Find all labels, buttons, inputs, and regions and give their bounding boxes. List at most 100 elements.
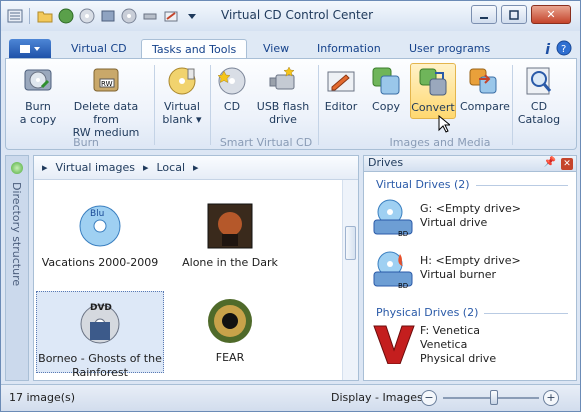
window-title: Virtual CD Control Center [221, 8, 374, 22]
minimize-button[interactable] [471, 5, 497, 24]
directory-structure-sidebar[interactable]: Directory structure [5, 155, 29, 381]
disc-eject-icon[interactable] [77, 7, 96, 26]
app-window: Virtual CD Control Center ✕ Virtual CD T… [0, 0, 581, 412]
status-bar: 17 image(s) Display - Images − + [1, 384, 580, 411]
delete-rw-data-button[interactable]: RW Delete data from RW medium [60, 65, 152, 139]
drive-type: Virtual burner [420, 268, 496, 281]
svg-text:Blu: Blu [90, 209, 104, 219]
svg-text:BD: BD [398, 230, 408, 238]
application-menu-button[interactable] [9, 39, 51, 59]
dvd-disc-icon: DVD [80, 303, 120, 344]
breadcrumb-root-arrow-icon[interactable]: ▸ [42, 161, 48, 174]
usb-flash-drive-button[interactable]: USB flash drive [254, 65, 312, 126]
virtual-blank-button[interactable]: Virtual blank ▾ [158, 65, 206, 126]
eye-icon [208, 299, 252, 343]
quick-access-toolbar [1, 7, 201, 26]
usb-label: USB flash drive [256, 100, 310, 126]
game-cover-icon [207, 203, 253, 249]
compare-label: Compare [460, 100, 510, 113]
tab-tasks-and-tools[interactable]: Tasks and Tools [141, 39, 248, 60]
system-menu-icon[interactable] [5, 7, 24, 26]
cd-catalog-button[interactable]: CD Catalog [516, 65, 562, 126]
virtual-drive-h[interactable]: BD H: <Empty drive> Virtual burner [372, 248, 568, 292]
title-bar: Virtual CD Control Center ✕ [1, 1, 580, 31]
close-button[interactable]: ✕ [531, 5, 571, 24]
image-item-borneo[interactable]: DVD Borneo - Ghosts of the Rainforest [36, 291, 164, 379]
breadcrumb-separator-icon[interactable]: ▸ [143, 161, 149, 174]
smart-cd-button[interactable]: CD [216, 65, 248, 113]
editor-button[interactable]: Editor [322, 65, 360, 113]
tab-information[interactable]: Information [307, 39, 391, 59]
image-browser-pane: ▸ Virtual images ▸ Local ▸ Blu Vacations… [33, 155, 359, 381]
blank-disc-icon [168, 67, 196, 95]
zoom-slider-thumb[interactable] [490, 390, 498, 405]
drives-close-icon[interactable]: ✕ [561, 158, 573, 170]
open-folder-icon[interactable] [35, 7, 54, 26]
ribbon-tab-row: Virtual CD Tasks and Tools View Informat… [1, 31, 580, 60]
edit-icon[interactable] [161, 7, 180, 26]
physical-drives-header: Physical Drives (2) [376, 306, 479, 319]
image-count: 17 image(s) [9, 391, 76, 404]
customize-qat-icon[interactable] [182, 7, 201, 26]
copy-icon [372, 67, 400, 95]
display-mode: Display - Images [331, 391, 423, 404]
breadcrumb-more-icon[interactable]: ▸ [193, 161, 199, 174]
svg-text:?: ? [561, 44, 566, 55]
image-item-name: Vacations 2000-2009 [41, 256, 159, 269]
help-icon[interactable]: ? [556, 40, 572, 59]
breadcrumb-local[interactable]: Local [157, 161, 186, 174]
bd-burner-icon: BD [373, 251, 413, 290]
bd-drive-icon: BD [373, 199, 413, 238]
pin-icon[interactable]: 📌 [544, 157, 556, 168]
scrollbar-thumb[interactable] [345, 226, 356, 260]
tab-user-programs[interactable]: User programs [399, 39, 500, 59]
virtual-blank-label: Virtual blank ▾ [162, 100, 202, 126]
burn-group-label: Burn [73, 136, 99, 149]
maximize-button[interactable] [501, 5, 527, 24]
drive-icon[interactable] [98, 7, 117, 26]
cd-star-icon [217, 67, 246, 95]
image-item-name: Borneo - Ghosts of the Rainforest [38, 352, 162, 379]
cd-catalog-label: CD Catalog [517, 100, 561, 126]
svg-text:BD: BD [398, 282, 408, 290]
expand-dot-icon[interactable] [11, 162, 23, 174]
directory-structure-label: Directory structure [10, 182, 23, 287]
compare-button[interactable]: Compare [460, 65, 510, 113]
disc-icon[interactable] [119, 7, 138, 26]
drive-type: Physical drive [420, 352, 497, 365]
zoom-in-button[interactable]: + [543, 390, 559, 406]
smart-virtual-cd-group-label: Smart Virtual CD [219, 136, 313, 149]
physical-drive-f[interactable]: F: Venetica Venetica Physical drive [372, 322, 568, 378]
copy-button[interactable]: Copy [368, 65, 404, 113]
globe-icon[interactable] [56, 7, 75, 26]
venetica-v-icon [373, 325, 415, 364]
compare-icon [469, 68, 497, 94]
drive-label: G: <Empty drive> [420, 202, 521, 215]
image-item-alone-in-the-dark[interactable]: Alone in the Dark [170, 202, 290, 272]
zoom-out-button[interactable]: − [421, 390, 437, 406]
ribbon-panel: Burn a copy RW Delete data from RW mediu… [5, 58, 577, 150]
image-pane-scrollbar[interactable] [342, 180, 358, 380]
editor-label: Editor [324, 100, 358, 113]
info-icon[interactable]: i [545, 42, 550, 58]
tab-view[interactable]: View [253, 39, 299, 59]
tab-virtual-cd[interactable]: Virtual CD [61, 39, 137, 59]
editor-icon [327, 71, 355, 92]
usb-icon[interactable] [140, 7, 159, 26]
breadcrumb-virtual-images[interactable]: Virtual images [56, 161, 135, 174]
delete-data-label: Delete data from RW medium [72, 100, 140, 139]
image-item-vacations[interactable]: Blu Vacations 2000-2009 [40, 202, 160, 272]
usb-star-icon [269, 66, 295, 90]
drive-label: F: Venetica [420, 324, 481, 337]
copy-label: Copy [372, 100, 400, 113]
bluray-disc-icon: Blu [79, 205, 121, 247]
image-item-name: FEAR [215, 351, 245, 364]
virtual-drive-g[interactable]: BD G: <Empty drive> Virtual drive [372, 196, 568, 240]
convert-button[interactable]: Convert [410, 63, 456, 119]
image-item-name: Alone in the Dark [182, 256, 278, 269]
burn-a-copy-button[interactable]: Burn a copy [18, 65, 58, 126]
drive-label: H: <Empty drive> [420, 254, 521, 267]
svg-text:DVD: DVD [90, 303, 112, 313]
burn-a-copy-label: Burn a copy [19, 100, 57, 126]
image-item-fear[interactable]: FEAR [170, 291, 290, 364]
